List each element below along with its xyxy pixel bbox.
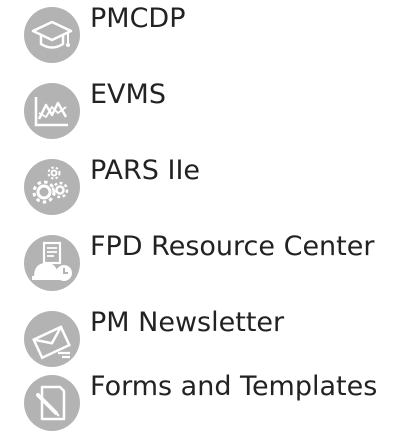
link-label-fpd-resource-center[interactable]: FPD Resource Center (90, 230, 374, 264)
link-label-pars-iie[interactable]: PARS IIe (90, 154, 200, 188)
link-forms-and-templates[interactable]: Forms and Templates (24, 370, 404, 431)
link-label-forms-and-templates[interactable]: Forms and Templates (90, 370, 377, 404)
gears-icon (24, 159, 80, 215)
envelope-icon (24, 311, 80, 367)
chart-icon (24, 83, 80, 139)
link-pars-iie[interactable]: PARS IIe (24, 154, 404, 215)
link-pm-newsletter[interactable]: PM Newsletter (24, 306, 404, 367)
pen-paper-icon (24, 375, 80, 431)
link-evms[interactable]: EVMS (24, 78, 404, 139)
link-label-pmcdp[interactable]: PMCDP (90, 2, 186, 36)
link-fpd-resource-center[interactable]: FPD Resource Center (24, 230, 404, 291)
link-pmcdp[interactable]: PMCDP (24, 2, 404, 63)
resource-link-list: PMCDP EVMS PARS IIe FPD Resource Center … (0, 0, 418, 431)
hardhat-calendar-icon (24, 235, 80, 291)
link-label-evms[interactable]: EVMS (90, 78, 166, 112)
graduation-cap-icon (24, 7, 80, 63)
link-label-pm-newsletter[interactable]: PM Newsletter (90, 306, 284, 340)
